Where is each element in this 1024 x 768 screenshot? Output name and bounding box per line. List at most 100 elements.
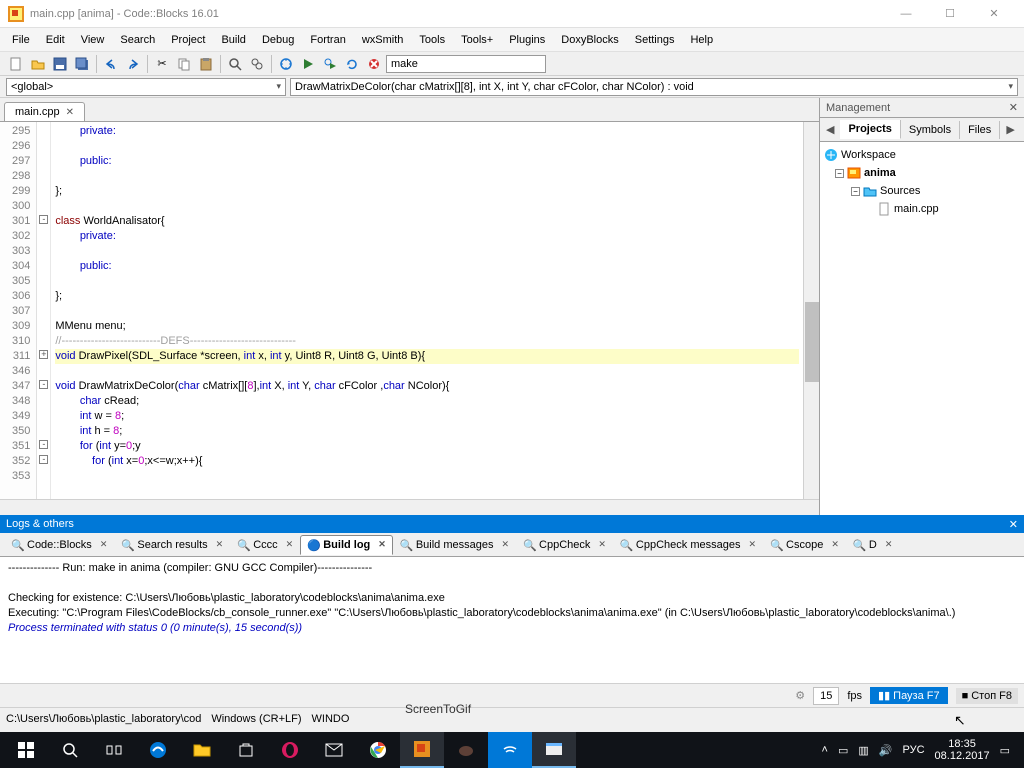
cut-icon[interactable]: ✂ <box>152 54 172 74</box>
run-icon[interactable] <box>298 54 318 74</box>
project-tree[interactable]: Workspace − anima − Sources main.cpp <box>820 142 1024 515</box>
scope-dropdown-left[interactable]: <global> <box>6 78 286 96</box>
tree-folder[interactable]: − Sources <box>824 182 1020 200</box>
build-target-input[interactable] <box>386 55 546 73</box>
search-icon[interactable] <box>48 732 92 768</box>
menu-settings[interactable]: Settings <box>627 31 683 49</box>
close-icon[interactable]: ✕ <box>1009 518 1018 531</box>
scope-dropdown-right[interactable]: DrawMatrixDeColor(char cMatrix[][8], int… <box>290 78 1018 96</box>
menu-toolsplus[interactable]: Tools+ <box>453 31 501 49</box>
close-icon[interactable]: ✕ <box>216 539 224 550</box>
menu-plugins[interactable]: Plugins <box>501 31 553 49</box>
open-icon[interactable] <box>28 54 48 74</box>
menu-wxsmith[interactable]: wxSmith <box>354 31 412 49</box>
volume-icon[interactable]: 🔊 <box>879 744 893 757</box>
log-tab[interactable]: 🔍 Build messages ✕ <box>393 535 516 555</box>
find-icon[interactable] <box>225 54 245 74</box>
log-tab[interactable]: 🔍 CppCheck ✕ <box>516 535 613 555</box>
log-tab[interactable]: 🔍 Search results ✕ <box>114 535 230 555</box>
menu-project[interactable]: Project <box>163 31 213 49</box>
tab-projects[interactable]: Projects <box>840 120 900 139</box>
build-icon[interactable] <box>276 54 296 74</box>
paste-icon[interactable] <box>196 54 216 74</box>
tree-project[interactable]: − anima <box>824 164 1020 182</box>
file-tab-main[interactable]: main.cpp ✕ <box>4 102 85 121</box>
save-all-icon[interactable] <box>72 54 92 74</box>
clock[interactable]: 18:35 08.12.2017 <box>935 738 990 762</box>
pause-button[interactable]: ▮▮ ПаузаF7 <box>870 687 948 704</box>
close-icon[interactable]: ✕ <box>378 539 386 550</box>
tree-collapse-icon[interactable]: − <box>835 169 844 178</box>
menu-fortran[interactable]: Fortran <box>302 31 353 49</box>
menu-file[interactable]: File <box>4 31 38 49</box>
gear-icon[interactable]: ⚙ <box>795 689 805 702</box>
opera-icon[interactable] <box>268 732 312 768</box>
build-run-icon[interactable] <box>320 54 340 74</box>
menu-debug[interactable]: Debug <box>254 31 302 49</box>
close-icon[interactable]: ✕ <box>598 539 606 550</box>
close-icon[interactable]: ✕ <box>66 107 74 118</box>
taskview-icon[interactable] <box>92 732 136 768</box>
wifi-icon[interactable] <box>488 732 532 768</box>
close-icon[interactable]: ✕ <box>748 539 756 550</box>
tab-nav-left[interactable]: ◀ <box>820 120 840 139</box>
code-editor[interactable]: 2952962972982993003013023033043053063073… <box>0 122 819 499</box>
gimp-icon[interactable] <box>444 732 488 768</box>
close-button[interactable]: ✕ <box>972 0 1016 28</box>
chrome-icon[interactable] <box>356 732 400 768</box>
new-file-icon[interactable] <box>6 54 26 74</box>
log-tab[interactable]: 🔍 Cccc ✕ <box>230 535 300 555</box>
close-icon[interactable]: ✕ <box>501 539 509 550</box>
abort-icon[interactable] <box>364 54 384 74</box>
console-task-icon[interactable] <box>532 732 576 768</box>
menu-help[interactable]: Help <box>682 31 721 49</box>
close-icon[interactable]: ✕ <box>100 539 108 550</box>
scrollbar-horizontal[interactable] <box>0 499 819 515</box>
log-tab[interactable]: 🔍 D ✕ <box>846 535 900 555</box>
log-tab[interactable]: 🔍 Cscope ✕ <box>763 535 846 555</box>
save-icon[interactable] <box>50 54 70 74</box>
close-icon[interactable]: ✕ <box>1009 101 1018 114</box>
menu-view[interactable]: View <box>73 31 113 49</box>
system-tray[interactable]: ˄ ▭ ▥ 🔊 РУС 18:35 08.12.2017 ▭ <box>822 738 1020 762</box>
menu-search[interactable]: Search <box>112 31 163 49</box>
menu-tools[interactable]: Tools <box>411 31 453 49</box>
log-tab[interactable]: 🔍 CppCheck messages ✕ <box>613 535 763 555</box>
redo-icon[interactable] <box>123 54 143 74</box>
rebuild-icon[interactable] <box>342 54 362 74</box>
fps-input[interactable]: 15 <box>813 687 839 705</box>
close-icon[interactable]: ✕ <box>885 539 893 550</box>
fold-column[interactable]: -+--- <box>37 122 51 499</box>
menu-build[interactable]: Build <box>213 31 253 49</box>
maximize-button[interactable]: ☐ <box>928 0 972 28</box>
tree-collapse-icon[interactable]: − <box>851 187 860 196</box>
tree-file[interactable]: main.cpp <box>824 200 1020 218</box>
tray-chevron-icon[interactable]: ˄ <box>822 744 828 756</box>
taskbar[interactable]: ˄ ▭ ▥ 🔊 РУС 18:35 08.12.2017 ▭ <box>0 732 1024 768</box>
close-icon[interactable]: ✕ <box>286 539 294 550</box>
scrollbar-vertical[interactable] <box>803 122 819 499</box>
menu-edit[interactable]: Edit <box>38 31 73 49</box>
log-tab[interactable]: 🔍 Code::Blocks ✕ <box>4 535 114 555</box>
explorer-icon[interactable] <box>180 732 224 768</box>
stop-button[interactable]: ■ СтопF8 <box>956 688 1018 704</box>
tree-workspace[interactable]: Workspace <box>824 146 1020 164</box>
network-icon[interactable]: ▥ <box>858 744 868 757</box>
log-tab[interactable]: 🔵 Build log ✕ <box>300 535 393 555</box>
close-icon[interactable]: ✕ <box>831 539 839 550</box>
undo-icon[interactable] <box>101 54 121 74</box>
mail-icon[interactable] <box>312 732 356 768</box>
codeblocks-task-icon[interactable] <box>400 732 444 768</box>
code-lines[interactable]: private: public: }; class WorldAnalisato… <box>51 122 803 499</box>
language-indicator[interactable]: РУС <box>903 744 925 756</box>
log-body[interactable]: -------------- Run: make in anima (compi… <box>0 557 1024 683</box>
tab-files[interactable]: Files <box>960 121 1000 139</box>
menu-doxyblocks[interactable]: DoxyBlocks <box>553 31 626 49</box>
replace-icon[interactable] <box>247 54 267 74</box>
battery-icon[interactable]: ▭ <box>838 744 848 757</box>
edge-icon[interactable] <box>136 732 180 768</box>
tab-nav-right[interactable]: ▶ <box>1000 120 1020 139</box>
notifications-icon[interactable]: ▭ <box>1000 744 1010 757</box>
store-icon[interactable] <box>224 732 268 768</box>
tab-symbols[interactable]: Symbols <box>901 121 960 139</box>
